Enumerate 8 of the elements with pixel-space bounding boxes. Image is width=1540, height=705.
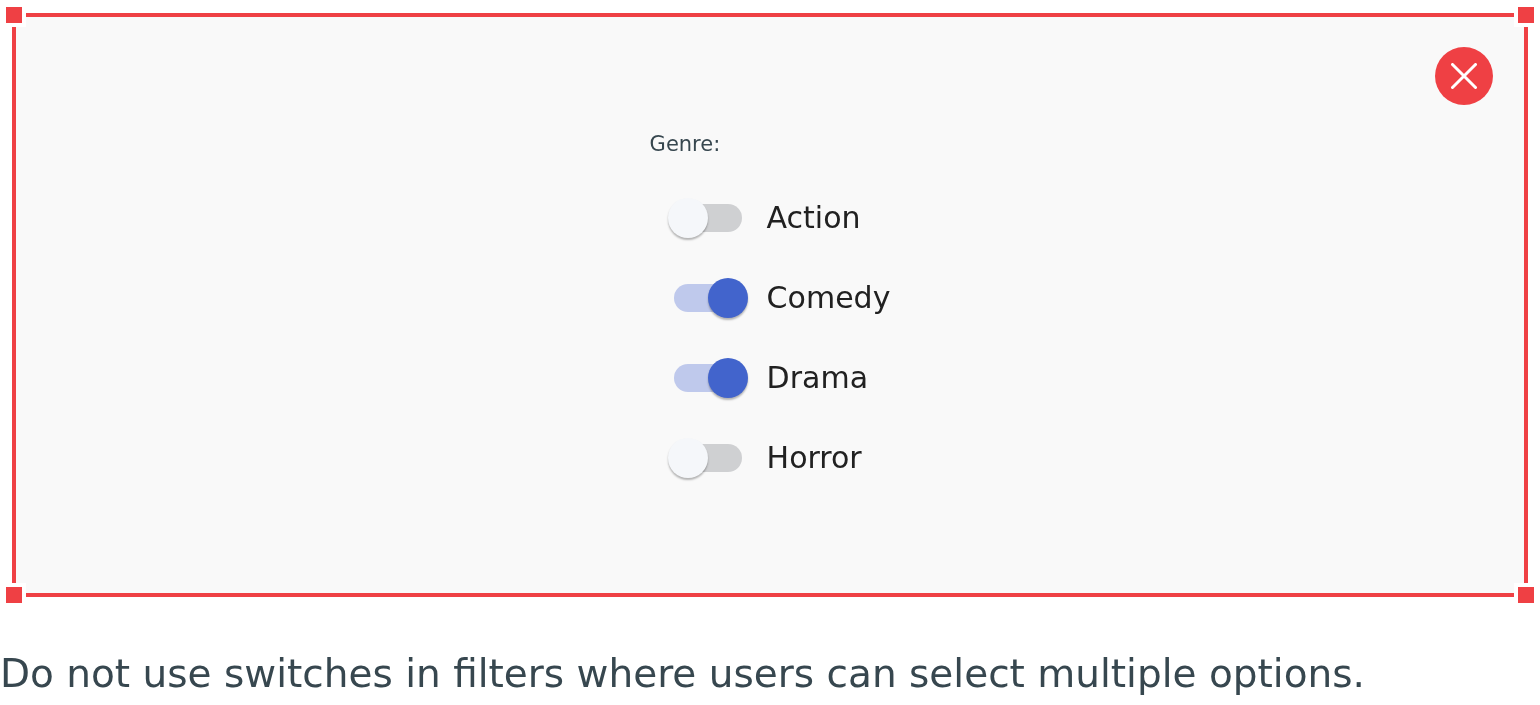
group-label: Genre: xyxy=(649,132,721,157)
caption-text: Do not use switches in filters where users can select multiple options. xyxy=(0,651,1365,697)
option-label: Comedy xyxy=(766,280,891,316)
close-button[interactable] xyxy=(1435,47,1493,105)
option-label: Horror xyxy=(766,440,862,476)
option-label: Drama xyxy=(766,360,869,396)
close-icon xyxy=(1451,63,1477,89)
option-label: Action xyxy=(766,200,861,236)
